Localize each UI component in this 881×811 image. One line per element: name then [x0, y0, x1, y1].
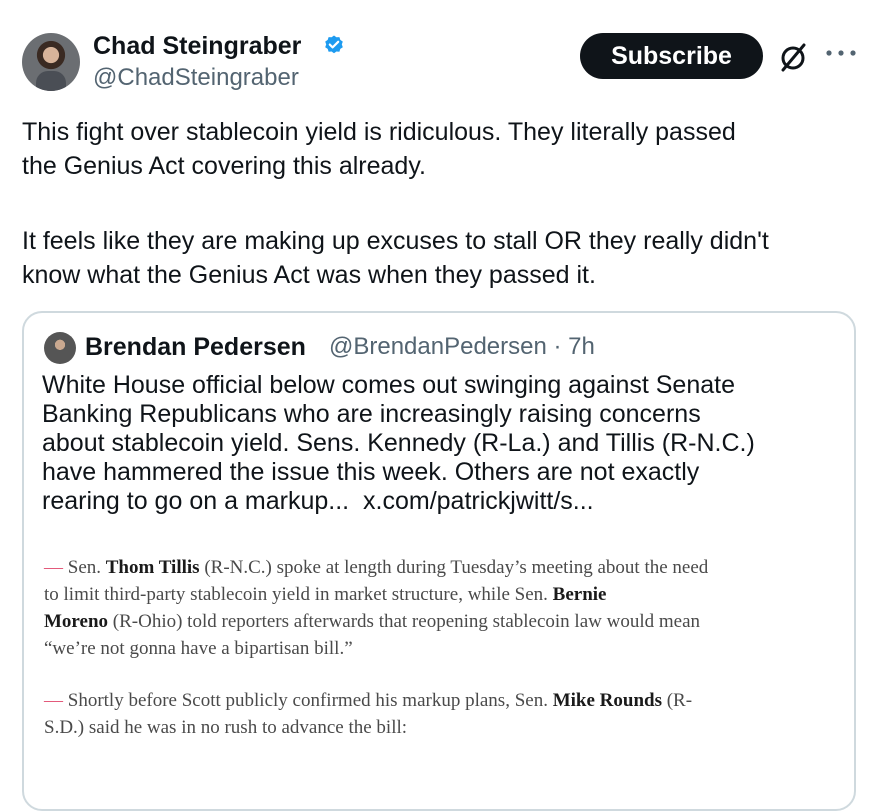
- more-options-icon[interactable]: [822, 38, 860, 68]
- excerpt-dash: —: [44, 557, 63, 578]
- author-handle[interactable]: @ChadSteingraber: [93, 64, 299, 92]
- quoted-author-name[interactable]: Brendan Pedersen: [85, 331, 306, 363]
- quoted-text-line: White House official below comes out swi…: [42, 371, 735, 399]
- quoted-text-line: rearing to go on a markup... x.com/patri…: [42, 487, 594, 516]
- excerpt-text: (R-N.C.) spoke at length during Tuesday’…: [199, 557, 709, 578]
- quoted-author-handle-time[interactable]: @BrendanPedersen · 7h: [329, 331, 595, 363]
- grok-icon[interactable]: [776, 40, 810, 74]
- quoted-text-line: about stablecoin yield. Sens. Kennedy (R…: [42, 429, 755, 457]
- article-excerpt-line: — Sen. Thom Tillis (R-N.C.) spoke at len…: [44, 554, 708, 581]
- excerpt-text: (R-Ohio) told reporters afterwards that …: [108, 611, 701, 632]
- excerpt-dash: —: [44, 690, 63, 711]
- tweet-text-line: This fight over stablecoin yield is ridi…: [22, 118, 736, 146]
- excerpt-bold-name: Bernie: [552, 584, 607, 605]
- quoted-text-tail: rearing to go on a markup...: [42, 487, 350, 515]
- excerpt-text: (R-: [661, 690, 693, 711]
- excerpt-bold-name: Moreno: [44, 611, 109, 632]
- article-excerpt-line: Moreno (R-Ohio) told reporters afterward…: [44, 608, 700, 635]
- excerpt-text: Sen.: [63, 557, 106, 578]
- quoted-link[interactable]: x.com/patrickjwitt/s...: [363, 487, 594, 515]
- quoted-author-avatar[interactable]: [44, 332, 76, 364]
- article-excerpt-line: S.D.) said he was in no rush to advance …: [44, 717, 408, 738]
- quoted-text-line: Banking Republicans who are increasingly…: [42, 400, 701, 428]
- subscribe-button[interactable]: Subscribe: [580, 33, 763, 79]
- verified-badge-icon: [325, 35, 343, 54]
- quoted-text-line: have hammered the issue this week. Other…: [42, 458, 700, 486]
- tweet-text-line: It feels like they are making up excuses…: [22, 227, 769, 255]
- article-excerpt-line: — Shortly before Scott publicly confirme…: [44, 687, 692, 714]
- author-name[interactable]: Chad Steingraber: [93, 31, 301, 61]
- excerpt-text: Shortly before Scott publicly confirmed …: [63, 690, 553, 711]
- excerpt-bold-name: Thom Tillis: [105, 557, 200, 578]
- tweet-text-line: the Genius Act covering this already.: [22, 152, 426, 180]
- article-excerpt-line: “we’re not gonna have a bipartisan bill.…: [44, 638, 353, 659]
- article-excerpt-line: to limit third-party stablecoin yield in…: [44, 581, 607, 608]
- excerpt-text: to limit third-party stablecoin yield in…: [44, 584, 553, 605]
- author-avatar[interactable]: [22, 33, 80, 91]
- excerpt-bold-name: Mike Rounds: [552, 690, 662, 711]
- tweet-text-line: know what the Genius Act was when they p…: [22, 261, 596, 289]
